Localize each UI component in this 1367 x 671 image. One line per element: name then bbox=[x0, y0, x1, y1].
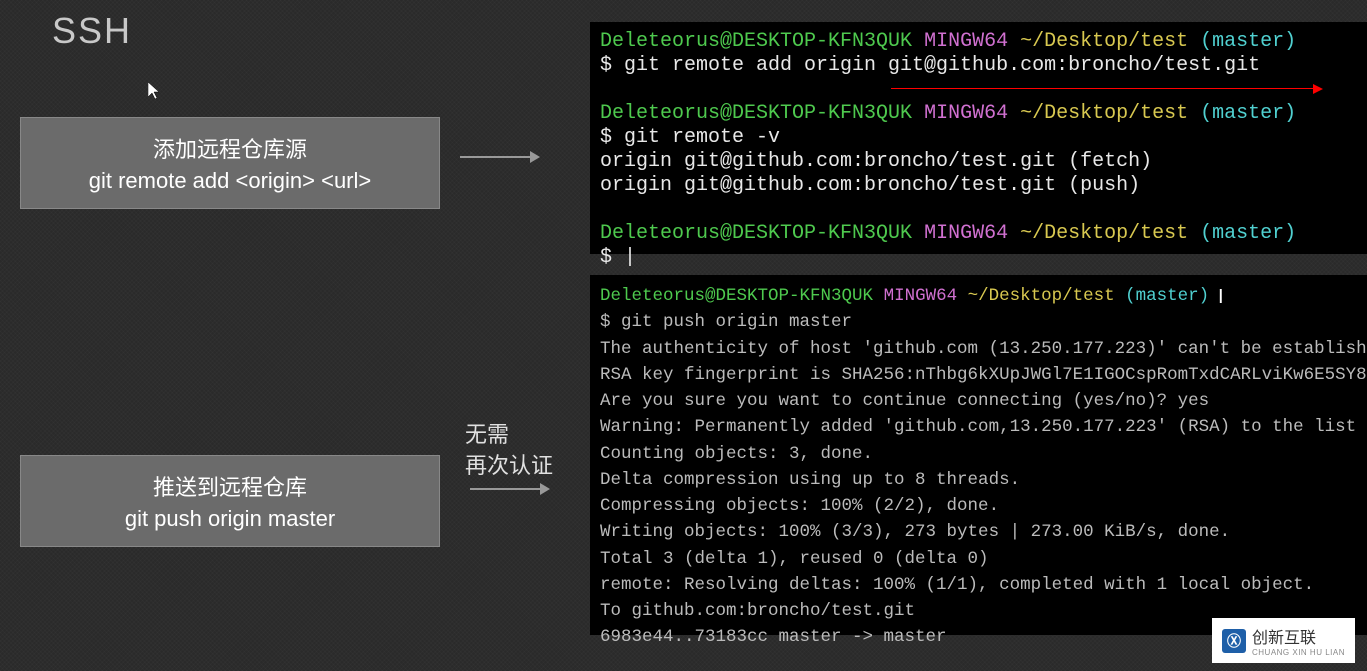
terminal-output: Counting objects: 3, done. bbox=[600, 441, 1357, 467]
push-title: 推送到远程仓库 bbox=[41, 470, 419, 502]
terminal-prompt: Deleteorus@DESKTOP-KFN3QUK MINGW64 ~/Des… bbox=[600, 222, 1357, 246]
text-cursor-icon: I bbox=[1218, 286, 1224, 309]
arrow-icon bbox=[460, 148, 540, 166]
terminal-output: Total 3 (delta 1), reused 0 (delta 0) bbox=[600, 546, 1357, 572]
mouse-cursor-icon bbox=[148, 82, 162, 105]
add-remote-title: 添加远程仓库源 bbox=[41, 132, 419, 164]
terminal-output: Compressing objects: 100% (2/2), done. bbox=[600, 493, 1357, 519]
terminal-output: remote: Resolving deltas: 100% (1/1), co… bbox=[600, 572, 1357, 598]
terminal-prompt: Deleteorus@DESKTOP-KFN3QUK MINGW64 ~/Des… bbox=[600, 30, 1357, 54]
watermark-logo: Ⓧ 创新互联 CHUANG XIN HU LIAN bbox=[1212, 618, 1355, 663]
watermark-text: 创新互联 bbox=[1252, 624, 1345, 648]
arrow-annotation-line2: 再次认证 bbox=[465, 451, 553, 482]
add-remote-infobox: 添加远程仓库源 git remote add <origin> <url> bbox=[20, 117, 440, 209]
terminal-command: $ git push origin master bbox=[600, 309, 1357, 335]
terminal-command: $ git remote -v bbox=[600, 126, 1357, 150]
terminal-push: Deleteorus@DESKTOP-KFN3QUK MINGW64 ~/Des… bbox=[590, 275, 1367, 635]
terminal-output: Writing objects: 100% (3/3), 273 bytes |… bbox=[600, 519, 1357, 545]
arrow-annotation-line1: 无需 bbox=[465, 420, 553, 451]
terminal-prompt: Deleteorus@DESKTOP-KFN3QUK MINGW64 ~/Des… bbox=[600, 283, 1357, 309]
terminal-prompt: Deleteorus@DESKTOP-KFN3QUK MINGW64 ~/Des… bbox=[600, 102, 1357, 126]
red-underline-arrow-icon bbox=[891, 88, 1321, 89]
watermark-subtext: CHUANG XIN HU LIAN bbox=[1252, 648, 1345, 657]
page-title: SSH bbox=[52, 10, 132, 52]
terminal-output: The authenticity of host 'github.com (13… bbox=[600, 336, 1357, 362]
terminal-output: Warning: Permanently added 'github.com,1… bbox=[600, 414, 1357, 440]
terminal-output: origin git@github.com:broncho/test.git (… bbox=[600, 150, 1357, 174]
terminal-output: RSA key fingerprint is SHA256:nThbg6kXUp… bbox=[600, 362, 1357, 388]
push-command: git push origin master bbox=[41, 506, 419, 532]
terminal-output: origin git@github.com:broncho/test.git (… bbox=[600, 174, 1357, 198]
terminal-remote-add: Deleteorus@DESKTOP-KFN3QUK MINGW64 ~/Des… bbox=[590, 22, 1367, 254]
push-infobox: 推送到远程仓库 git push origin master bbox=[20, 455, 440, 547]
arrow-icon bbox=[470, 480, 550, 498]
watermark-icon: Ⓧ bbox=[1222, 629, 1246, 653]
terminal-output: Delta compression using up to 8 threads. bbox=[600, 467, 1357, 493]
terminal-command: $ | bbox=[600, 246, 1357, 270]
add-remote-command: git remote add <origin> <url> bbox=[41, 168, 419, 194]
arrow-annotation: 无需 再次认证 bbox=[465, 420, 553, 482]
terminal-output: Are you sure you want to continue connec… bbox=[600, 388, 1357, 414]
terminal-command: $ git remote add origin git@github.com:b… bbox=[600, 54, 1357, 78]
